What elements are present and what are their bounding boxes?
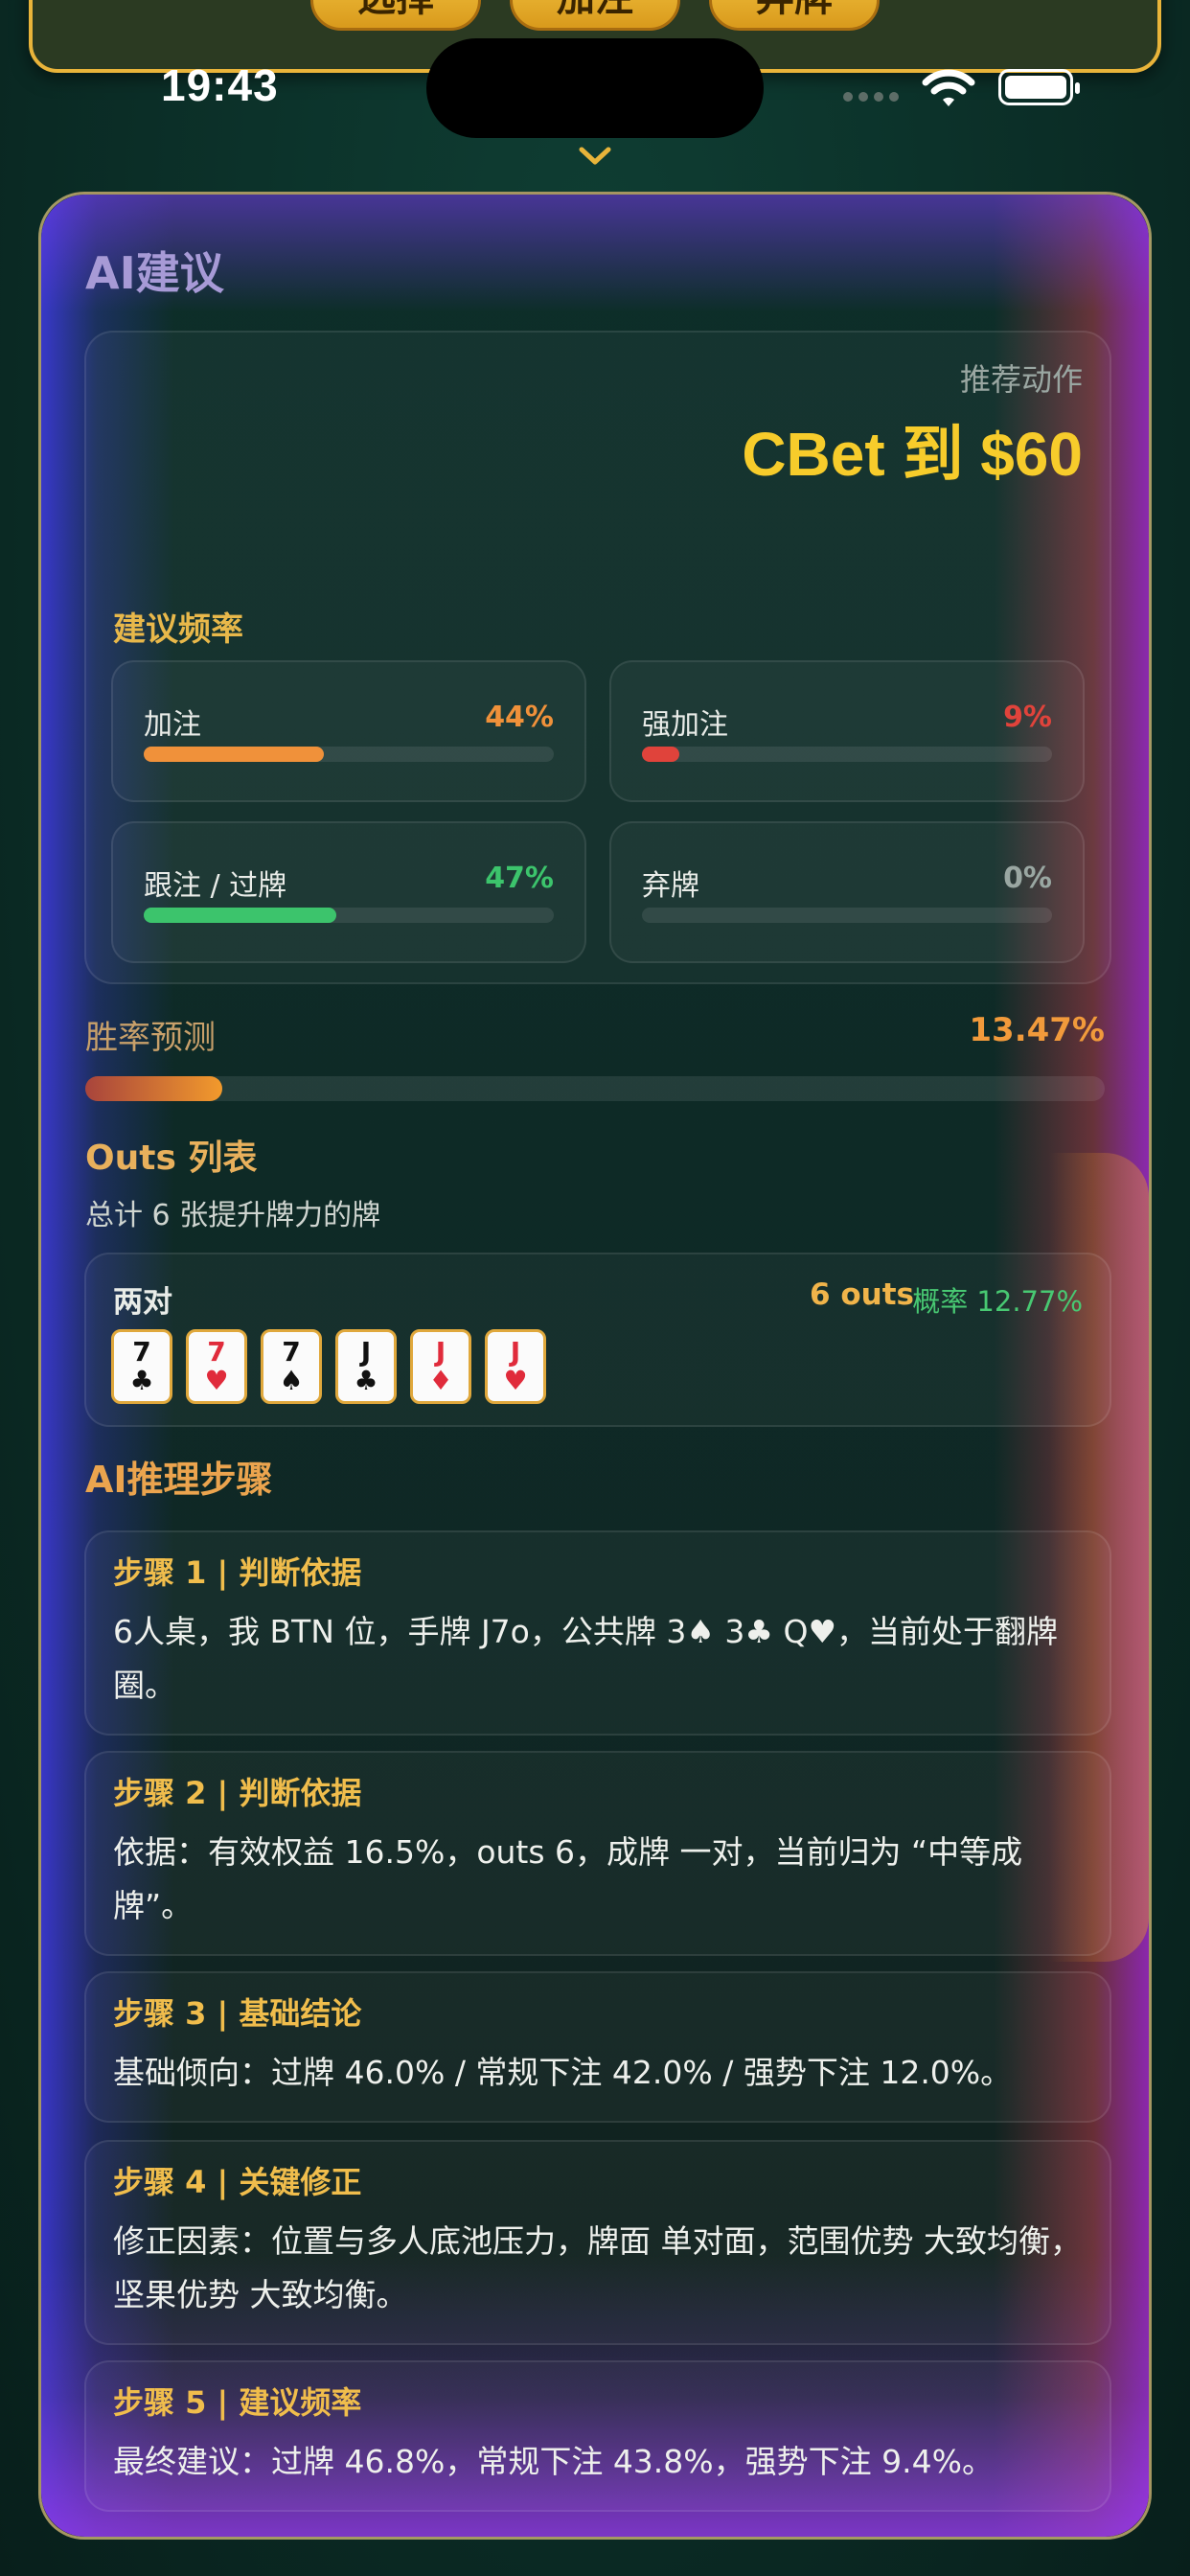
win-rate-value: 13.47%	[969, 1011, 1105, 1049]
playing-card: 7 ♠	[261, 1329, 322, 1404]
steps-title: AI推理步骤	[85, 1459, 273, 1501]
card-rank: J	[360, 1336, 372, 1368]
playing-card: J ♣	[335, 1329, 397, 1404]
freq-bar	[642, 747, 1052, 762]
freq-pct: 47%	[485, 862, 554, 895]
dynamic-island	[426, 38, 764, 138]
freq-title: 建议频率	[113, 610, 243, 649]
outs-group-name: 两对	[113, 1285, 172, 1320]
card-suit-icon: ♥	[503, 1365, 528, 1396]
freq-pct: 44%	[485, 701, 554, 734]
step-title: 步骤 2 | 判断依据	[113, 1775, 362, 1811]
card-rank: 7	[132, 1336, 151, 1368]
playing-card: 7 ♥	[186, 1329, 247, 1404]
step-title: 步骤 1 | 判断依据	[113, 1554, 362, 1591]
freq-card-strong-raise: 强加注 9%	[609, 660, 1085, 802]
step-title: 步骤 3 | 基础结论	[113, 1995, 362, 2032]
win-rate-bar	[85, 1076, 1105, 1101]
screen: 选择 加注 弃牌 19:43 AI建议 推荐动作 CBet 到 $60 建议频率…	[0, 0, 1190, 2576]
freq-name: 加注	[144, 708, 201, 742]
step-text: 修正因素：位置与多人底池压力，牌面 单对面，范围优势 大致均衡，坚果优势 大致均…	[113, 2222, 1082, 2313]
ai-advice-card: AI建议 推荐动作 CBet 到 $60 建议频率 加注 44% 强加注 9% …	[38, 192, 1152, 2540]
card-rank: J	[510, 1336, 521, 1368]
recommendation-box: 推荐动作 CBet 到 $60 建议频率 加注 44% 强加注 9% 跟注 / …	[84, 331, 1111, 984]
step-text: 基础倾向：过牌 46.0% / 常规下注 42.0% / 强势下注 12.0%。	[113, 2054, 1013, 2091]
outs-count: 6 outs	[810, 1277, 914, 1312]
step-text: 6人桌，我 BTN 位，手牌 J7o，公共牌 3♠ 3♣ Q♥，当前处于翻牌圈。	[113, 1613, 1059, 1704]
reasoning-step: 步骤 2 | 判断依据 依据：有效权益 16.5%，outs 6，成牌 一对，当…	[84, 1751, 1111, 1956]
outs-subtitle: 总计 6 张提升牌力的牌	[85, 1199, 381, 1232]
step-title: 步骤 4 | 关键修正	[113, 2164, 362, 2200]
freq-pct: 0%	[1003, 862, 1052, 895]
card-title: AI建议	[85, 247, 224, 299]
outs-probability: 概率 12.77%	[912, 1285, 1083, 1318]
card-suit-icon: ♠	[279, 1365, 304, 1396]
recommend-action: CBet 到 $60	[742, 420, 1083, 489]
step-text: 依据：有效权益 16.5%，outs 6，成牌 一对，当前归为 “中等成牌”。	[113, 1833, 1023, 1924]
outs-cards: 7 ♣ 7 ♥ 7 ♠ J ♣ J ♦ J ♥	[111, 1329, 546, 1404]
freq-name: 跟注 / 过牌	[144, 869, 287, 903]
wifi-icon	[922, 69, 975, 106]
outs-group: 两对 6 outs 概率 12.77% 7 ♣ 7 ♥ 7 ♠ J ♣ J ♦ J ♥	[84, 1253, 1111, 1427]
card-suit-icon: ♥	[204, 1365, 229, 1396]
freq-bar-fill	[144, 908, 337, 923]
card-suit-icon: ♣	[129, 1365, 154, 1396]
freq-bar	[144, 908, 554, 923]
freq-bar-fill	[144, 747, 325, 762]
card-rank: 7	[282, 1336, 301, 1368]
chevron-down-icon[interactable]	[578, 146, 612, 167]
card-suit-icon: ♣	[354, 1365, 378, 1396]
outs-title: Outs 列表	[85, 1138, 258, 1178]
playing-card: J ♥	[485, 1329, 546, 1404]
freq-name: 弃牌	[642, 869, 699, 903]
freq-card-raise: 加注 44%	[111, 660, 586, 802]
status-time: 19:43	[161, 60, 279, 110]
battery-icon	[998, 69, 1080, 105]
reasoning-step: 步骤 3 | 基础结论 基础倾向：过牌 46.0% / 常规下注 42.0% /…	[84, 1971, 1111, 2123]
freq-card-fold: 弃牌 0%	[609, 821, 1085, 963]
fold-button[interactable]: 弃牌	[709, 0, 880, 31]
signal-icon	[843, 92, 899, 102]
playing-card: J ♦	[410, 1329, 471, 1404]
freq-name: 强加注	[642, 708, 728, 742]
freq-bar	[144, 747, 554, 762]
reasoning-step: 步骤 1 | 判断依据 6人桌，我 BTN 位，手牌 J7o，公共牌 3♠ 3♣…	[84, 1530, 1111, 1736]
select-button[interactable]: 选择	[310, 0, 481, 31]
card-rank: J	[435, 1336, 446, 1368]
freq-bar	[642, 908, 1052, 923]
step-text: 最终建议：过牌 46.8%，常规下注 43.8%，强势下注 9.4%。	[113, 2443, 994, 2480]
reasoning-step: 步骤 5 | 建议频率 最终建议：过牌 46.8%，常规下注 43.8%，强势下…	[84, 2360, 1111, 2512]
win-rate-label: 胜率预测	[85, 1019, 216, 1057]
freq-bar-fill	[642, 747, 679, 762]
card-suit-icon: ♦	[428, 1365, 453, 1396]
card-rank: 7	[207, 1336, 226, 1368]
recommend-label: 推荐动作	[959, 361, 1083, 398]
freq-card-call-check: 跟注 / 过牌 47%	[111, 821, 586, 963]
reasoning-step: 步骤 4 | 关键修正 修正因素：位置与多人底池压力，牌面 单对面，范围优势 大…	[84, 2140, 1111, 2345]
freq-pct: 9%	[1003, 701, 1052, 734]
raise-button[interactable]: 加注	[510, 0, 680, 31]
step-title: 步骤 5 | 建议频率	[113, 2384, 362, 2421]
playing-card: 7 ♣	[111, 1329, 172, 1404]
win-rate-bar-fill	[85, 1076, 223, 1101]
